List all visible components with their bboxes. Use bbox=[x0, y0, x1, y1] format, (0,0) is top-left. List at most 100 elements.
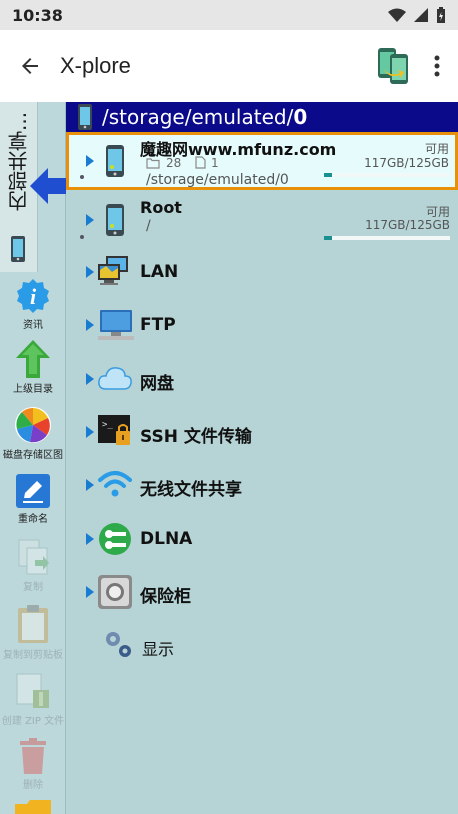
expand-arrow-icon[interactable] bbox=[86, 479, 94, 491]
nav-item-label: SSH 文件传输 bbox=[140, 427, 252, 447]
tool-label: 复制到剪贴板 bbox=[3, 650, 63, 661]
copy-icon bbox=[18, 539, 49, 575]
nav-item-label: 无线文件共享 bbox=[140, 480, 242, 500]
current-path: /storage/emulated/0 bbox=[102, 105, 307, 129]
pie-chart-icon bbox=[15, 407, 51, 443]
arrow-back-icon bbox=[22, 58, 38, 74]
lan-icon bbox=[98, 256, 128, 285]
vault-icon bbox=[98, 575, 132, 609]
nav-item-lan[interactable]: LAN bbox=[66, 247, 458, 297]
phone-icon bbox=[11, 236, 25, 262]
display-gears-icon bbox=[106, 632, 131, 657]
file-count-icon bbox=[195, 156, 206, 169]
trash-icon bbox=[20, 738, 46, 774]
volume-root[interactable]: Root / 可用 117GB/125GB bbox=[66, 192, 458, 250]
folder-count: 28 bbox=[166, 156, 182, 170]
nav-item-label: LAN bbox=[140, 262, 179, 282]
dual-pane-icon[interactable] bbox=[376, 47, 410, 85]
status-dot bbox=[80, 235, 84, 239]
expand-arrow-icon[interactable] bbox=[86, 373, 94, 385]
ftp-icon bbox=[98, 310, 134, 340]
zip-icon bbox=[16, 673, 49, 708]
folder-count-icon bbox=[146, 158, 160, 169]
nav-item-label: 显示 bbox=[142, 640, 175, 659]
tool-delete[interactable]: 删除 bbox=[0, 738, 66, 791]
tool-label: 删除 bbox=[23, 780, 43, 791]
nav-item-display[interactable]: 显示 bbox=[66, 620, 458, 670]
free-label: 可用 bbox=[424, 142, 449, 156]
tool-label: 重命名 bbox=[18, 514, 48, 525]
cell-signal-icon bbox=[414, 8, 428, 22]
path-prefix: /storage/emulated/ bbox=[102, 105, 294, 129]
folder-icon[interactable] bbox=[15, 800, 51, 814]
phone-icon bbox=[106, 204, 124, 236]
more-vert-icon[interactable] bbox=[434, 55, 440, 77]
clipboard-icon bbox=[18, 605, 48, 643]
usage-bar bbox=[324, 236, 450, 240]
tool-label: 创建 ZIP 文件 bbox=[1, 716, 65, 727]
usage-bar bbox=[324, 173, 450, 177]
dlna-icon bbox=[99, 523, 131, 555]
nav-item-ssh[interactable]: >_ SSH 文件传输 bbox=[66, 407, 458, 457]
expand-arrow-icon[interactable] bbox=[86, 586, 94, 598]
file-count: 1 bbox=[211, 156, 219, 170]
tool-create-zip[interactable]: 创建 ZIP 文件 bbox=[0, 672, 66, 727]
volume-size: 117GB/125GB bbox=[364, 156, 449, 170]
tool-parent-folder[interactable]: 上级目录 bbox=[0, 340, 66, 395]
status-dot bbox=[80, 175, 84, 179]
usage-fill bbox=[324, 236, 333, 240]
current-pane-arrow-icon bbox=[30, 168, 66, 204]
tool-label: 上级目录 bbox=[13, 384, 53, 395]
expand-arrow-icon[interactable] bbox=[86, 266, 94, 278]
status-bar: 10:38 bbox=[0, 0, 458, 30]
nav-item-label: FTP bbox=[140, 315, 176, 335]
expand-arrow-icon[interactable] bbox=[86, 155, 94, 167]
phone-icon bbox=[78, 104, 92, 130]
nav-item-label: DLNA bbox=[140, 529, 193, 549]
tool-rename[interactable]: 重命名 bbox=[0, 474, 66, 525]
tool-label: 资讯 bbox=[23, 320, 43, 331]
back-button[interactable] bbox=[0, 30, 60, 102]
expand-arrow-icon[interactable] bbox=[86, 533, 94, 545]
ssh-icon: >_ bbox=[98, 415, 130, 445]
left-toolbar: 内部共享... i 资讯 上级目录 磁盘存储区图 重命名 复制 复制到剪贴板 创… bbox=[0, 102, 66, 814]
nav-item-label: 网盘 bbox=[140, 374, 174, 394]
cloud-icon bbox=[98, 367, 132, 390]
nav-item-cloud[interactable]: 网盘 bbox=[66, 354, 458, 404]
tool-copy-clipboard[interactable]: 复制到剪贴板 bbox=[0, 604, 66, 661]
nav-item-wifi-share[interactable]: 无线文件共享 bbox=[66, 460, 458, 510]
expand-arrow-icon[interactable] bbox=[86, 426, 94, 438]
file-panel: /storage/emulated/0 魔趣网www.mfunz.com 28 … bbox=[66, 102, 458, 814]
status-time: 10:38 bbox=[12, 5, 63, 25]
tool-label: 磁盘存储区图 bbox=[3, 450, 63, 461]
svg-text:>_: >_ bbox=[102, 420, 113, 430]
volume-size: 117GB/125GB bbox=[365, 218, 450, 232]
usage-fill bbox=[324, 173, 333, 177]
status-icons bbox=[388, 7, 446, 23]
tool-copy[interactable]: 复制 bbox=[0, 538, 66, 593]
path-bar[interactable]: /storage/emulated/0 bbox=[66, 102, 458, 132]
info-icon: i bbox=[17, 279, 49, 313]
volume-name: Root bbox=[140, 198, 182, 217]
nav-item-label: 保险柜 bbox=[140, 587, 191, 607]
volume-internal-storage[interactable]: 魔趣网www.mfunz.com 28 1 /storage/emulated/… bbox=[66, 132, 458, 190]
tool-info[interactable]: i 资讯 bbox=[0, 278, 66, 331]
nav-item-ftp[interactable]: FTP bbox=[66, 300, 458, 350]
volume-path: /storage/emulated/0 bbox=[146, 172, 289, 188]
app-bar: X-plore bbox=[0, 30, 458, 102]
path-last-segment: 0 bbox=[293, 105, 308, 129]
rename-pencil-icon bbox=[16, 474, 50, 508]
expand-arrow-icon[interactable] bbox=[86, 214, 94, 226]
wifi-signal-icon bbox=[388, 8, 406, 22]
volume-path: / bbox=[146, 218, 151, 234]
nav-item-dlna[interactable]: DLNA bbox=[66, 514, 458, 564]
app-title: X-plore bbox=[60, 53, 131, 78]
expand-arrow-icon[interactable] bbox=[86, 319, 94, 331]
battery-icon bbox=[437, 7, 445, 23]
wifi-icon bbox=[98, 471, 132, 497]
tool-label: 复制 bbox=[23, 582, 43, 593]
arrow-up-icon bbox=[16, 340, 50, 378]
tool-disk-map[interactable]: 磁盘存储区图 bbox=[0, 406, 66, 461]
nav-item-vault[interactable]: 保险柜 bbox=[66, 567, 458, 617]
phone-icon bbox=[106, 145, 124, 177]
